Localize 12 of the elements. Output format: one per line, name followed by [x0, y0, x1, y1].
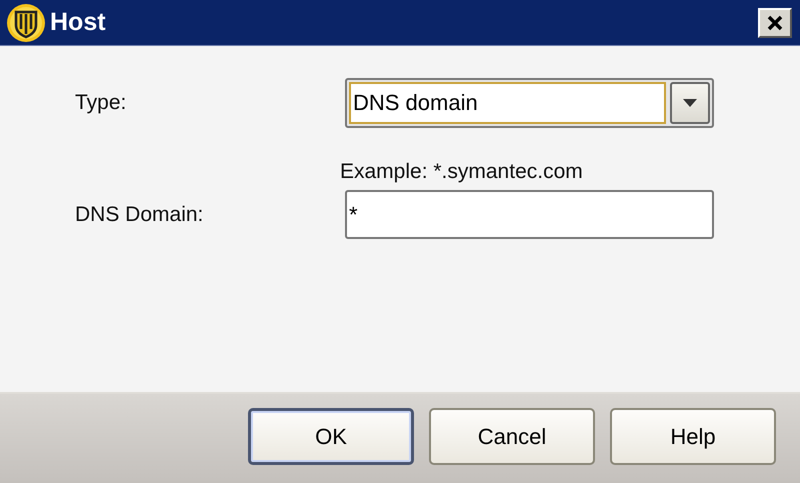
field-label: Type: — [75, 91, 128, 115]
domain-input-field[interactable]: * — [345, 190, 714, 239]
dialog-button[interactable]: OK — [248, 408, 414, 465]
window-title: Host — [50, 8, 107, 37]
dropdown-caret-icon — [683, 99, 697, 107]
dialog-button[interactable]: Cancel — [429, 408, 595, 465]
example-hint: Example: *.symantec.com — [340, 160, 584, 184]
shield-logo-icon — [6, 2, 46, 42]
close-button[interactable] — [758, 8, 792, 38]
type-dropdown[interactable]: DNS domain — [345, 78, 714, 128]
dialog-button[interactable]: Help — [610, 408, 776, 465]
field-label: DNS Domain: — [75, 202, 204, 226]
